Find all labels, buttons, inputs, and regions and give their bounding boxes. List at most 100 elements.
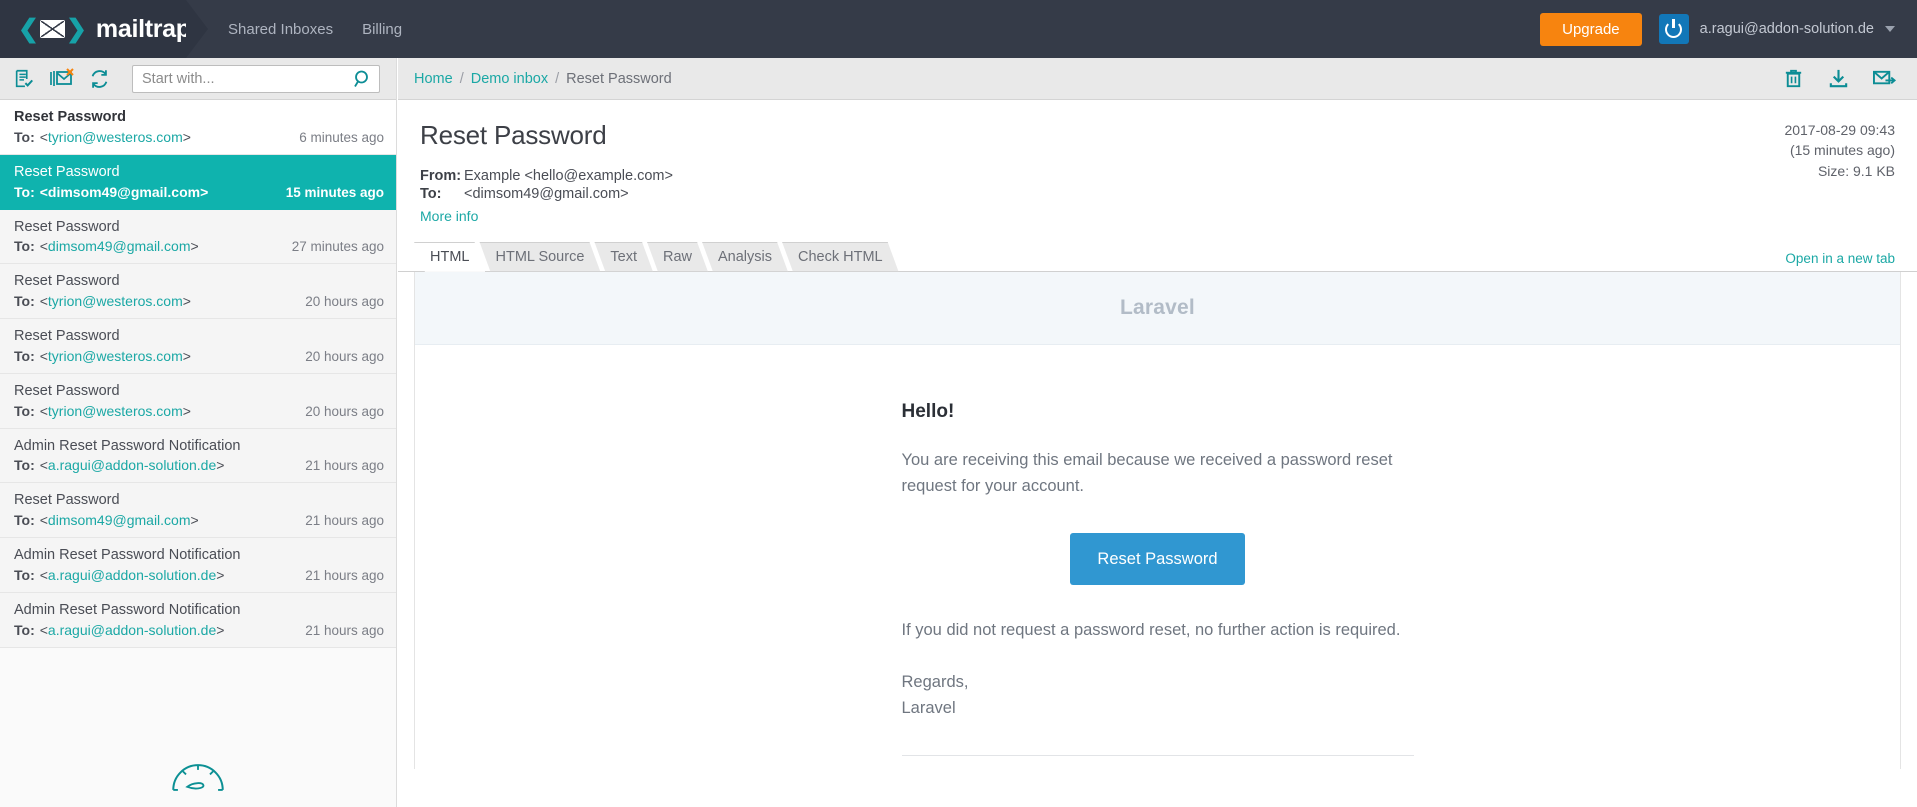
breadcrumb-separator: / <box>459 70 464 87</box>
search-input[interactable] <box>132 64 380 93</box>
chevron-left-icon: ❮ <box>18 14 39 43</box>
chevron-right-icon: ❯ <box>65 14 87 43</box>
email-cta-wrapper: Reset Password <box>902 532 1414 585</box>
message-timestamp: 20 hours ago <box>305 403 384 419</box>
message-to-address: <tyrion@westeros.com> <box>39 347 191 364</box>
mail-from-value: Example <hello@example.com> <box>464 168 673 184</box>
message-list-item[interactable]: Admin Reset Password Notification To: <a.r… <box>0 592 396 648</box>
download-icon[interactable] <box>1827 67 1850 90</box>
tab-html[interactable]: HTML <box>414 242 485 272</box>
message-subject: Admin Reset Password Notification <box>14 601 241 618</box>
message-subject: Reset Password <box>14 382 120 399</box>
mark-all-read-icon[interactable] <box>12 68 36 90</box>
tab-text[interactable]: Text <box>594 242 653 272</box>
email-paragraph-1: You are receiving this email because we … <box>901 450 1393 495</box>
message-to-address: <tyrion@westeros.com> <box>39 128 191 145</box>
message-to-label: To: <box>14 566 35 583</box>
message-list-item[interactable]: Admin Reset Password Notification To: <a.r… <box>0 538 396 593</box>
nav-link-shared-inboxes[interactable]: Shared Inboxes <box>228 21 333 38</box>
email-body: Hello! You are receiving this email beca… <box>901 345 1414 769</box>
top-navigation-bar: ❮ ❯ mailtrap Shared Inboxes Billing Upgr… <box>0 0 1917 58</box>
chevron-down-icon[interactable] <box>1885 26 1895 32</box>
message-list-item[interactable]: Admin Reset Password Notification To: <a.r… <box>0 428 396 484</box>
search-icon[interactable] <box>353 69 373 89</box>
message-to-label: To: <box>14 621 35 638</box>
tab-raw[interactable]: Raw <box>647 242 708 272</box>
message-recipient-row: To: <tyrion@westeros.com> 20 hours ago <box>14 293 384 309</box>
more-info-link[interactable]: More info <box>420 208 478 226</box>
open-in-new-tab-link[interactable]: Open in a new tab <box>1785 251 1917 272</box>
message-list-item[interactable]: Reset Password To: <dimsom49@gmail.com> 27 … <box>0 209 396 265</box>
content-tabs: HTML HTML Source Text Raw Analysis Check HTML… <box>398 242 1917 272</box>
message-subject: Reset Password <box>14 492 120 509</box>
search-box <box>132 64 380 93</box>
mail-from-label: From: <box>420 168 462 184</box>
brand-logo[interactable]: ❮ ❯ mailtrap <box>0 0 208 58</box>
message-recipient-row: To: <dimsom49@gmail.com> 15 minutes ago <box>14 184 384 200</box>
message-list[interactable]: Reset Password To: <tyrion@westeros.com> 6 … <box>0 100 396 807</box>
message-to-address: <dimsom49@gmail.com> <box>39 238 199 255</box>
message-to-label: To: <box>14 347 35 364</box>
trash-icon[interactable] <box>1782 67 1805 90</box>
email-signature: Laravel <box>901 699 956 718</box>
message-subject: Reset Password <box>14 109 127 125</box>
breadcrumb-bar: Home / Demo inbox / Reset Password <box>398 58 1917 100</box>
message-timestamp: 15 minutes ago <box>285 184 384 200</box>
message-actions <box>1782 67 1897 90</box>
message-list-item[interactable]: Reset Password To: <tyrion@westeros.com> 6 … <box>0 100 396 155</box>
delete-all-icon[interactable] <box>50 67 74 90</box>
forward-mail-icon[interactable] <box>1872 67 1897 90</box>
message-list-item[interactable]: Reset Password To: <dimsom49@gmail.com> 15 … <box>0 154 396 210</box>
email-logo-band: Laravel <box>415 271 1900 345</box>
mail-to-label: To: <box>420 186 442 203</box>
breadcrumb-current: Reset Password <box>566 70 672 87</box>
top-nav-right: Upgrade a.ragui@addon-solution.de <box>1540 12 1917 46</box>
message-to-address: <a.ragui@addon-solution.de> <box>39 566 225 583</box>
message-to-address: <tyrion@westeros.com> <box>39 293 191 309</box>
message-list-item[interactable]: Reset Password To: <tyrion@westeros.com> 20… <box>0 264 396 319</box>
message-list-item[interactable]: Reset Password To: <tyrion@westeros.com> 20… <box>0 373 396 429</box>
message-recipient-row: To: <tyrion@westeros.com> 20 hours ago <box>14 403 384 419</box>
message-list-item[interactable]: Reset Password To: <dimsom49@gmail.com> 21 … <box>0 483 396 538</box>
message-subject: Reset Password <box>14 218 120 235</box>
message-recipient-row: To: <dimsom49@gmail.com> 21 hours ago <box>14 512 384 528</box>
message-to-label: To: <box>14 128 35 145</box>
message-recipient-row: To: <tyrion@westeros.com> 20 hours ago <box>14 348 384 364</box>
message-list-item[interactable]: Reset Password To: <tyrion@westeros.com> 20… <box>0 319 396 374</box>
main-content: Home / Demo inbox / Reset Password Reset… <box>398 58 1917 807</box>
nav-link-billing[interactable]: Billing <box>362 21 402 38</box>
message-subject: Reset Password <box>14 328 120 344</box>
message-recipient-row: To: <a.ragui@addon-solution.de> 21 hours a… <box>14 457 384 473</box>
mail-size: Size: 9.1 KB <box>1817 162 1895 179</box>
tab-analysis[interactable]: Analysis <box>702 242 788 272</box>
message-to-label: To: <box>14 512 35 528</box>
mail-relative-time: (15 minutes ago) <box>1789 142 1895 159</box>
upgrade-button[interactable]: Upgrade <box>1540 12 1642 46</box>
message-timestamp: 21 hours ago <box>305 622 384 638</box>
laravel-logo: Laravel <box>1120 295 1195 319</box>
breadcrumb-demo-inbox[interactable]: Demo inbox <box>471 71 548 87</box>
message-timestamp: 21 hours ago <box>305 567 384 583</box>
message-recipient-row: To: <tyrion@westeros.com> 6 minutes ago <box>14 129 384 145</box>
mail-timestamp-block: 2017-08-29 09:43 (15 minutes ago) Size: … <box>1784 120 1895 181</box>
message-subject: Reset Password <box>14 163 120 180</box>
message-to-label: To: <box>14 293 35 309</box>
primary-nav: Shared Inboxes Billing <box>228 21 402 38</box>
message-subject: Admin Reset Password Notification <box>14 547 241 563</box>
breadcrumb-separator: / <box>555 70 560 87</box>
message-recipient-row: To: <a.ragui@addon-solution.de> 21 hours a… <box>14 567 384 583</box>
refresh-icon[interactable] <box>88 68 112 90</box>
mail-to-value: <dimsom49@gmail.com> <box>464 186 629 203</box>
mailtrap-logo-mark: ❮ ❯ <box>18 14 87 43</box>
message-subject: Reset Password <box>14 273 120 290</box>
email-divider <box>901 755 1414 757</box>
reset-password-button[interactable]: Reset Password <box>1070 532 1245 585</box>
message-subject: Admin Reset Password Notification <box>14 437 241 454</box>
user-email-label: a.ragui@addon-solution.de <box>1699 21 1874 37</box>
tab-html-source[interactable]: HTML Source <box>479 242 600 272</box>
message-to-label: To: <box>14 457 35 474</box>
email-greeting: Hello! <box>901 400 955 422</box>
breadcrumb-home[interactable]: Home <box>414 71 453 87</box>
user-menu[interactable]: a.ragui@addon-solution.de <box>1658 14 1895 44</box>
tab-check-html[interactable]: Check HTML <box>782 242 899 272</box>
